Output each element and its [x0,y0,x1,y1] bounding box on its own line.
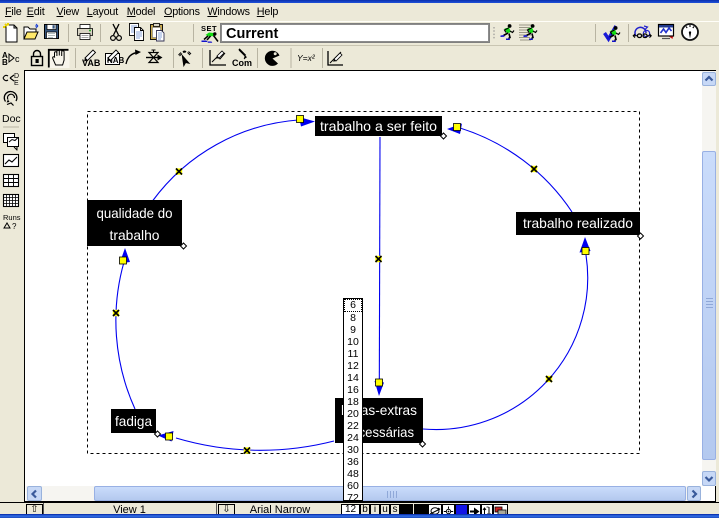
svg-text:trabalho realizado: trabalho realizado [523,215,633,231]
svg-text:fadiga: fadiga [115,413,152,429]
svg-text:trabalho a ser feito: trabalho a ser feito [320,118,437,134]
svg-text:trabalho: trabalho [110,227,160,243]
svg-text:qualidade do: qualidade do [97,205,173,221]
